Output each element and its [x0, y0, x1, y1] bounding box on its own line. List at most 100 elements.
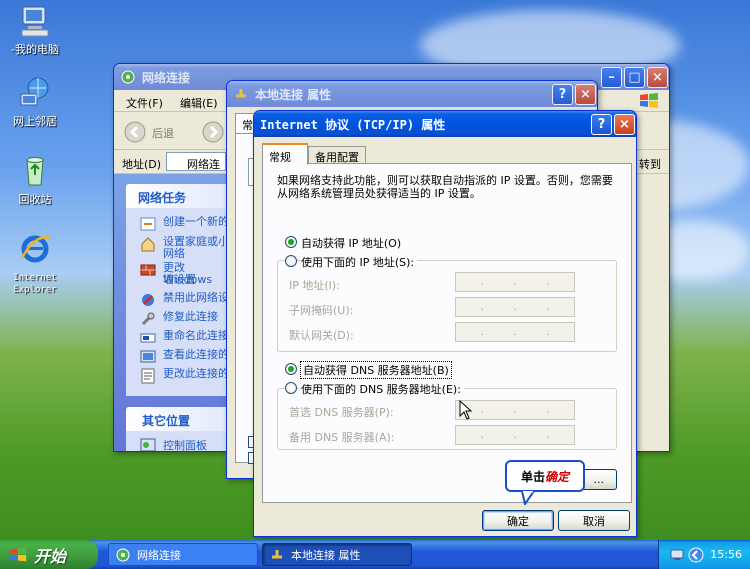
recycle-bin-icon — [26, 157, 44, 186]
menu-file[interactable]: 文件(F) — [126, 95, 163, 111]
cancel-label: 取消 — [583, 514, 605, 528]
callout-emphasis: 确定 — [545, 469, 570, 484]
task-label: 查看此连接的 — [163, 348, 229, 361]
subnet-mask-label: 子网掩码(U): — [289, 304, 354, 317]
auto-dns-radio[interactable] — [285, 363, 297, 375]
minimize-button[interactable]: – — [601, 67, 622, 88]
manual-dns-radio[interactable] — [285, 382, 297, 394]
auto-dns-label[interactable]: 自动获得 DNS 服务器地址(B) — [300, 361, 452, 379]
taskbar: 开始 网络连接 本地连接 属性 15:56 — [0, 540, 750, 569]
address-label: 地址(D) — [122, 158, 162, 171]
clock: 15:56 — [710, 548, 742, 561]
forward-arrow-icon[interactable] — [202, 121, 224, 143]
ok-label: 确定 — [507, 514, 529, 528]
desktop-icon-label: 回收站 — [18, 193, 52, 206]
advanced-label: ... — [593, 473, 605, 486]
close-button[interactable]: × — [575, 84, 596, 105]
start-button[interactable]: 开始 — [0, 540, 98, 569]
default-gateway-field[interactable]: ... — [455, 322, 575, 342]
callout-prefix: 单击 — [520, 469, 545, 484]
back-arrow-icon[interactable] — [124, 121, 146, 143]
task-item-continued[interactable]: 网络 — [163, 248, 185, 260]
goto-button[interactable]: 转到 — [639, 156, 661, 172]
ip-address-label: IP 地址(I): — [289, 279, 340, 292]
window-title: 本地连接 属性 — [255, 87, 332, 102]
desktop-icon-internet-explorer[interactable]: Internet Explorer — [0, 232, 70, 296]
desktop-icon-label: 网上邻居 — [13, 115, 57, 128]
preferred-dns-field[interactable]: ... — [455, 400, 575, 420]
menu-edit[interactable]: 编辑(E) — [180, 95, 218, 111]
desktop-icon-my-computer[interactable]: -我的电脑 — [0, 4, 70, 56]
rename-icon — [140, 333, 156, 343]
desktop-icon-label: -我的电脑 — [11, 43, 59, 56]
address-input[interactable]: 网络连接 — [166, 152, 226, 187]
task-pane: 网络任务 创建一个新的 设置家庭或小 网络 更改 Windows 墙设置 禁用此… — [114, 174, 326, 451]
show-hidden-icons-icon[interactable] — [688, 547, 704, 563]
title-bar[interactable]: Internet 协议 (TCP/IP) 属性 ? × — [254, 111, 636, 137]
start-label: 开始 — [34, 546, 67, 566]
close-button[interactable]: × — [647, 67, 668, 88]
monitor-tray-icon[interactable] — [670, 549, 684, 561]
tcpip-properties-dialog[interactable]: Internet 协议 (TCP/IP) 属性 ? × 常规 备用配置 如果网络… — [253, 110, 637, 537]
internet-explorer-icon — [20, 235, 51, 263]
help-button[interactable]: ? — [552, 84, 573, 105]
task-item[interactable]: 查看此连接的 — [140, 349, 229, 365]
auto-ip-label[interactable]: 自动获得 IP 地址(O) — [301, 235, 401, 251]
description-text: 如果网络支持此功能，则可以获取自动指派的 IP 设置。否则，您需要从网络系统管理… — [277, 174, 613, 200]
title-bar[interactable]: 本地连接 属性 ? × — [227, 81, 597, 107]
tab-alternate-config[interactable]: 备用配置 — [308, 146, 366, 164]
task-item[interactable]: 创建一个新的 — [140, 216, 229, 232]
preferred-dns-label: 首选 DNS 服务器(P): — [289, 406, 394, 419]
disable-network-icon — [142, 294, 154, 306]
ok-button[interactable]: 确定 — [482, 510, 554, 531]
default-gateway-label: 默认网关(D): — [289, 329, 354, 342]
subnet-mask-field[interactable]: ... — [455, 297, 575, 317]
back-label[interactable]: 后退 — [152, 125, 174, 141]
task-item[interactable]: 更改此连接的 — [140, 368, 229, 384]
network-connection-icon — [272, 549, 282, 558]
task-label: 墙设置 — [163, 273, 196, 286]
manual-dns-label[interactable]: 使用下面的 DNS 服务器地址(E): — [301, 381, 464, 397]
windows-logo-icon — [9, 547, 27, 561]
tab-general[interactable]: 常规 — [262, 143, 308, 165]
help-button[interactable]: ? — [591, 114, 612, 135]
mouse-cursor-icon — [459, 400, 473, 420]
firewall-icon — [140, 264, 156, 276]
tab-panel-general: 如果网络支持此功能，则可以获取自动指派的 IP 设置。否则，您需要从网络系统管理… — [262, 163, 632, 505]
ip-address-field[interactable]: ... — [455, 272, 575, 292]
network-connection-icon — [236, 89, 246, 98]
manual-ip-label[interactable]: 使用下面的 IP 地址(S): — [301, 254, 418, 270]
task-label: 禁用此网络设 — [163, 291, 229, 304]
task-label: 网络 — [163, 247, 185, 260]
network-icon — [121, 70, 135, 84]
maximize-button[interactable]: □ — [624, 67, 645, 88]
instruction-callout: 单击 确定 — [505, 460, 585, 492]
other-place-item[interactable]: 控制面板 — [140, 437, 207, 451]
task-item[interactable]: 修复此连接 — [140, 311, 218, 327]
taskbar-item-network-connections[interactable]: 网络连接 — [108, 543, 258, 566]
dialog-title: Internet 协议 (TCP/IP) 属性 — [260, 117, 446, 132]
task-label: 更改此连接的 — [163, 367, 229, 380]
network-icon — [116, 548, 130, 561]
alternate-dns-label: 备用 DNS 服务器(A): — [289, 431, 395, 444]
task-label: 创建一个新的 — [163, 215, 229, 228]
alternate-dns-field[interactable]: ... — [455, 425, 575, 445]
task-item[interactable]: 重命名此连接 — [140, 330, 229, 346]
home-network-icon — [141, 237, 155, 252]
taskbar-item-local-connection[interactable]: 本地连接 属性 — [262, 543, 412, 566]
auto-ip-radio[interactable] — [285, 236, 297, 248]
task-item[interactable]: 禁用此网络设 — [140, 292, 229, 308]
windows-flag-icon — [640, 93, 658, 108]
repair-icon — [141, 312, 155, 326]
properties-icon — [141, 368, 155, 384]
callout-pointer — [521, 491, 535, 505]
cancel-button[interactable]: 取消 — [558, 510, 630, 531]
control-panel-icon — [140, 438, 156, 451]
taskbar-item-label: 本地连接 属性 — [291, 548, 361, 562]
manual-ip-radio[interactable] — [285, 255, 297, 267]
network-places-icon — [20, 77, 49, 106]
desktop-icon-recycle-bin[interactable]: 回收站 — [0, 154, 70, 206]
task-item-continued[interactable]: 墙设置 — [163, 274, 196, 286]
desktop-icon-network-places[interactable]: 网上邻居 — [0, 76, 70, 128]
close-button[interactable]: × — [614, 114, 635, 135]
